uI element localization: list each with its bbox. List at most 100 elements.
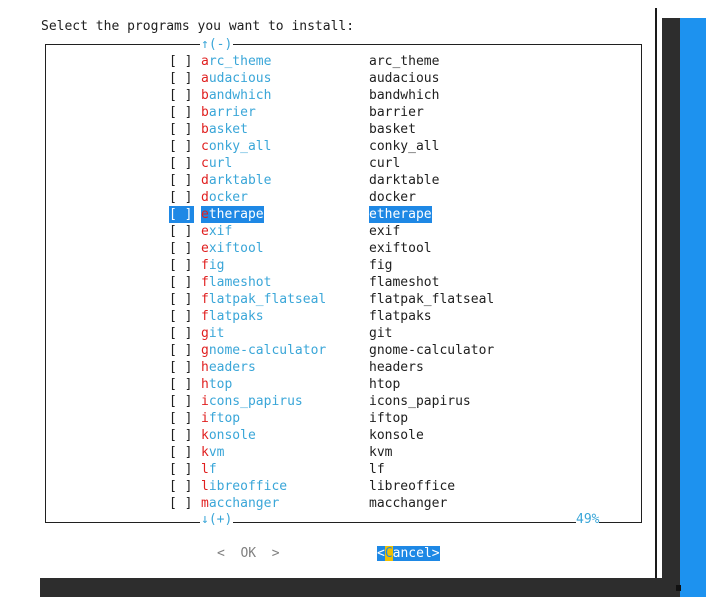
item-tag: exiftool (201, 240, 264, 257)
item-hotkey: i (201, 411, 209, 426)
item-hotkey: f (201, 258, 209, 273)
cancel-button[interactable]: <Cancel> (377, 546, 440, 561)
item-tag: curl (201, 155, 232, 172)
item-checkbox[interactable]: [ ] (169, 427, 194, 444)
item-description: lf (369, 462, 385, 477)
item-tag: konsole (201, 427, 256, 444)
item-checkbox[interactable]: [ ] (169, 172, 194, 189)
item-description: headers (369, 360, 424, 375)
item-tag-rest: asket (208, 122, 248, 137)
item-tag: macchanger (201, 495, 279, 512)
item-hotkey: e (201, 241, 209, 256)
item-tag-rest: therape (208, 207, 264, 222)
item-checkbox[interactable]: [ ] (169, 121, 194, 138)
item-hotkey: k (201, 428, 209, 443)
item-description: flatpaks (369, 309, 432, 324)
item-tag: fig (201, 257, 224, 274)
item-hotkey: i (201, 394, 209, 409)
checklist-box[interactable] (45, 44, 642, 523)
item-tag-rest: it (208, 326, 225, 341)
item-tag-rest: xif (208, 224, 233, 239)
item-tag-rest: ocker (208, 190, 248, 205)
item-description: darktable (369, 173, 440, 188)
dialog-prompt: Select the programs you want to install: (41, 19, 355, 34)
scroll-down-indicator[interactable]: ↓(+) (200, 512, 234, 527)
item-tag-rest: onsole (208, 428, 256, 443)
item-description: fig (369, 258, 393, 273)
item-checkbox[interactable]: [ ] (169, 206, 194, 223)
item-hotkey: g (201, 343, 209, 358)
item-tag: icons_papirus (201, 393, 303, 410)
item-checkbox[interactable]: [ ] (169, 376, 194, 393)
item-checkbox[interactable]: [ ] (169, 342, 194, 359)
item-tag: exif (201, 223, 232, 240)
item-hotkey: h (201, 377, 209, 392)
item-description: barrier (369, 105, 424, 120)
item-tag-rest: ibreoffice (208, 479, 288, 494)
item-tag: flatpak_flatseal (201, 291, 326, 308)
item-tag-rest: acchanger (208, 496, 280, 511)
item-description: curl (369, 156, 401, 171)
item-tag-rest: latpaks (208, 309, 264, 324)
item-tag: gnome-calculator (201, 342, 326, 359)
item-tag: barrier (201, 104, 256, 121)
item-description: macchanger (369, 496, 448, 511)
item-checkbox[interactable]: [ ] (169, 444, 194, 461)
item-checkbox[interactable]: [ ] (169, 325, 194, 342)
item-tag: docker (201, 189, 248, 206)
item-tag: libreoffice (201, 478, 287, 495)
item-description: docker (369, 190, 416, 205)
item-tag: bandwhich (201, 87, 271, 104)
item-checkbox[interactable]: [ ] (169, 240, 194, 257)
item-checkbox[interactable]: [ ] (169, 308, 194, 325)
item-checkbox[interactable]: [ ] (169, 274, 194, 291)
item-checkbox[interactable]: [ ] (169, 461, 194, 478)
item-tag: basket (201, 121, 248, 138)
item-tag-rest: onky_all (208, 139, 272, 154)
item-tag: iftop (201, 410, 240, 427)
item-checkbox[interactable]: [ ] (169, 189, 194, 206)
item-tag-rest: top (208, 377, 233, 392)
scroll-up-indicator[interactable]: ↑(-) (200, 37, 234, 52)
item-description: gnome-calculator (369, 343, 495, 358)
item-description: iftop (369, 411, 409, 426)
item-description: basket (369, 122, 416, 137)
item-checkbox[interactable]: [ ] (169, 478, 194, 495)
item-hotkey: g (201, 326, 209, 341)
ok-button[interactable]: < OK > (217, 546, 280, 561)
item-tag: etherape (201, 206, 264, 223)
item-checkbox[interactable]: [ ] (169, 155, 194, 172)
item-checkbox[interactable]: [ ] (169, 70, 194, 87)
item-checkbox[interactable]: [ ] (169, 104, 194, 121)
item-description: icons_papirus (369, 394, 471, 409)
item-tag-rest: latpak_flatseal (208, 292, 327, 307)
item-hotkey: c (201, 139, 209, 154)
cancel-button-bracket: < (377, 546, 385, 561)
item-checkbox[interactable]: [ ] (169, 291, 194, 308)
item-tag-rest: arrier (208, 105, 256, 120)
item-tag-rest: cons_papirus (208, 394, 303, 409)
item-checkbox[interactable]: [ ] (169, 223, 194, 240)
item-description: git (369, 326, 393, 341)
item-tag: arc_theme (201, 53, 271, 70)
cancel-button-label: ancel> (392, 546, 440, 561)
cancel-hotkey: C (384, 546, 393, 561)
item-hotkey: k (201, 445, 209, 460)
item-description: arc_theme (369, 54, 440, 69)
item-hotkey: b (201, 122, 209, 137)
item-checkbox[interactable]: [ ] (169, 87, 194, 104)
item-hotkey: m (201, 496, 209, 511)
item-description: exif (369, 224, 401, 239)
item-checkbox[interactable]: [ ] (169, 257, 194, 274)
item-checkbox[interactable]: [ ] (169, 53, 194, 70)
item-checkbox[interactable]: [ ] (169, 495, 194, 512)
item-checkbox[interactable]: [ ] (169, 138, 194, 155)
item-checkbox[interactable]: [ ] (169, 393, 194, 410)
item-checkbox[interactable]: [ ] (169, 410, 194, 427)
item-hotkey: l (201, 462, 209, 477)
item-checkbox[interactable]: [ ] (169, 359, 194, 376)
item-tag: htop (201, 376, 232, 393)
item-tag: headers (201, 359, 256, 376)
item-tag-rest: andwhich (208, 88, 272, 103)
item-hotkey: c (201, 156, 209, 171)
